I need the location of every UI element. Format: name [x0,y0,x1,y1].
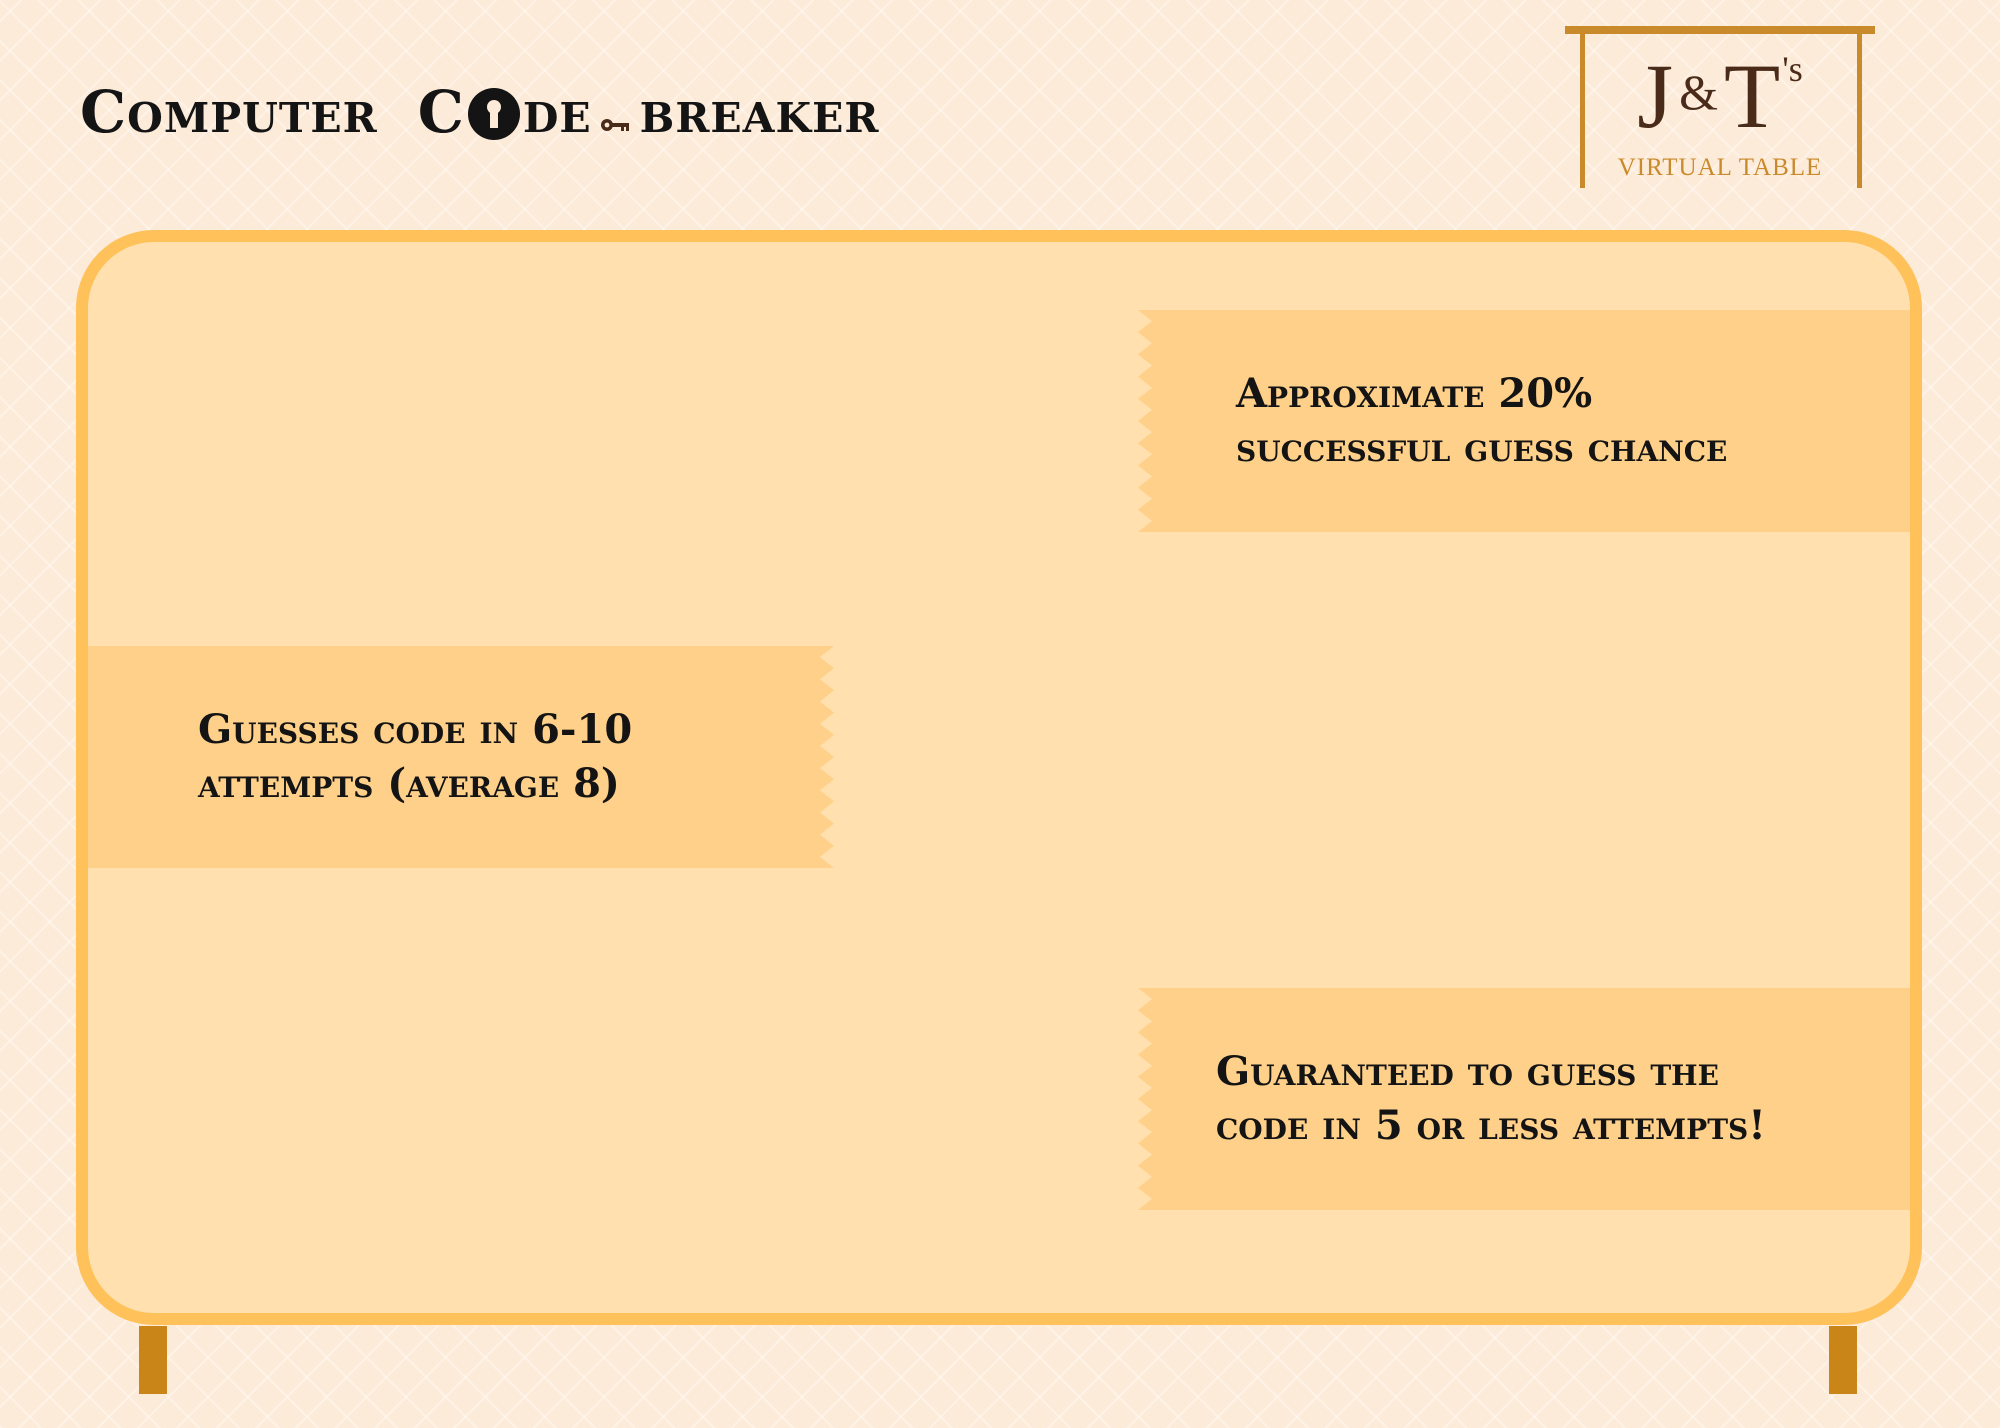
banner-line-1: Approximate 20% [1236,370,1593,417]
banner-guaranteed: Guaranteed to guess the code in 5 or les… [1138,988,1910,1210]
banner-text: Approximate 20% successful guess chance [1236,367,1727,475]
banner-line-2: successful guess chance [1236,424,1728,471]
title-word-computer: Computer [80,78,378,146]
banner-line-1: Guaranteed to guess the [1216,1048,1719,1095]
title-word-breaker: breaker [639,78,880,146]
banner-line-2: attempts (average 8) [198,760,620,807]
table-leg-left [139,1326,167,1394]
logo-mark: J &T's [1565,50,1875,142]
page-title: Computer C de breaker [80,62,879,162]
banner-approximate: Approximate 20% successful guess chance [1138,310,1910,532]
title-word-code-end: de [522,78,592,146]
keyhole-icon [467,88,520,140]
key-icon [600,80,630,148]
table-leg-right [1829,1326,1857,1394]
banner-text: Guesses code in 6-10 attempts (average 8… [198,703,632,811]
table-board: Approximate 20% successful guess chance … [76,230,1922,1325]
logo-letter-j: J [1637,45,1674,147]
banner-guesses: Guesses code in 6-10 attempts (average 8… [88,646,834,868]
logo-subtitle: VIRTUAL TABLE [1617,154,1823,181]
title-word-code-start: C [417,78,465,146]
jt-logo: J &T's VIRTUAL TABLE [1565,26,1875,188]
banner-text: Guaranteed to guess the code in 5 or les… [1216,1045,1766,1153]
logo-ampersand: & [1679,64,1718,120]
banner-line-2: code in 5 or less attempts! [1216,1102,1766,1149]
logo-bar [1565,26,1875,34]
banner-line-1: Guesses code in 6-10 [198,706,633,753]
logo-letter-t: T [1724,45,1781,147]
logo-suffix: 's [1782,49,1803,89]
